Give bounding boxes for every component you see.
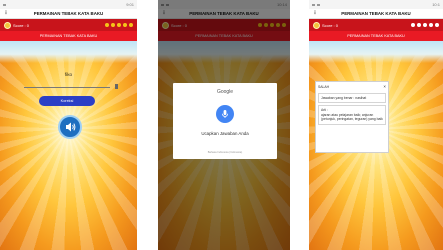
score-label: Score :: [13, 22, 26, 28]
result-dialog: SALAH × Jawaban yang benar : nasihat Art…: [315, 81, 389, 153]
input-cursor-indicator: [115, 84, 118, 89]
result-heading: SALAH: [318, 84, 330, 89]
life-dot: [416, 22, 422, 28]
life-dot: [128, 22, 133, 28]
google-voice-dialog: Google Ucapkan Jawaban Anda Bahasa Indon…: [173, 83, 277, 159]
app-bar: ⋮ PERMAINAN TEBAK KATA BAKU: [309, 9, 443, 19]
language-selector[interactable]: Bahasa Indonesia (Indonesia): [173, 151, 277, 154]
speaker-button[interactable]: [58, 115, 82, 139]
correct-answer-text: Jawaban yang benar : nasihat: [318, 93, 386, 103]
meaning-text: ajaran atau pelajaran baik; anjuran (pet…: [321, 112, 383, 122]
status-bar: 9:01: [0, 0, 137, 9]
life-dot: [422, 22, 428, 28]
phone-screen-question: 9:01 ⋮ PERMAINAN TEBAK KATA BAKU Score :…: [0, 0, 137, 250]
life-dot: [122, 22, 128, 28]
meaning-box: Arti : ajaran atau pelajaran baik; anjur…: [318, 105, 386, 125]
speaker-icon: [66, 122, 76, 132]
life-dot: [428, 22, 434, 28]
close-icon[interactable]: ×: [383, 84, 386, 89]
koreksi-button[interactable]: Koreksi: [39, 96, 95, 106]
lives-indicator: [410, 22, 439, 28]
screenshot-collage: 9:01 ⋮ PERMAINAN TEBAK KATA BAKU Score :…: [0, 0, 443, 250]
score-value: 0: [335, 22, 339, 28]
google-brand-label: Google: [216, 89, 234, 95]
score-bar: Score : 0: [309, 19, 443, 31]
score-value: 0: [26, 22, 30, 28]
life-dot: [110, 22, 116, 28]
notification-icon: [317, 3, 320, 6]
life-dot: [116, 22, 122, 28]
phone-screen-voice-input: 10:14 ⋮ PERMAINAN TEBAK KATA BAKU Score …: [158, 0, 290, 250]
score-label: Score :: [322, 22, 335, 28]
vertical-dots-icon[interactable]: ⋮: [309, 11, 321, 16]
status-bar: 10:1: [309, 0, 443, 9]
vertical-dots-icon[interactable]: ⋮: [0, 11, 12, 16]
score-coin-icon: [313, 21, 320, 29]
game-title-banner: PERMAINAN TEBAK KATA BAKU: [309, 31, 443, 41]
game-title-banner: PERMAINAN TEBAK KATA BAKU: [0, 31, 137, 41]
score-bar: Score : 0: [0, 19, 137, 31]
life-dot: [410, 22, 416, 28]
status-time: 10:1: [432, 2, 440, 7]
lives-indicator: [104, 22, 133, 28]
app-title: PERMAINAN TEBAK KATA BAKU: [33, 11, 104, 16]
status-time: 9:01: [126, 2, 134, 7]
life-dot: [434, 22, 439, 28]
app-bar: ⋮ PERMAINAN TEBAK KATA BAKU: [0, 9, 137, 19]
life-dot: [104, 22, 110, 28]
score-coin-icon: [4, 21, 11, 29]
question-word: fiko: [64, 72, 73, 77]
phone-screen-result: 10:1 ⋮ PERMAINAN TEBAK KATA BAKU Score :…: [309, 0, 443, 250]
voice-prompt-text: Ucapkan Jawaban Anda: [201, 131, 249, 136]
app-title: PERMAINAN TEBAK KATA BAKU: [341, 11, 411, 16]
microphone-icon: [222, 110, 228, 118]
answer-input-line[interactable]: [24, 87, 110, 88]
notification-icon: [312, 3, 315, 6]
microphone-button[interactable]: [216, 105, 234, 123]
notification-icon: [3, 3, 6, 6]
